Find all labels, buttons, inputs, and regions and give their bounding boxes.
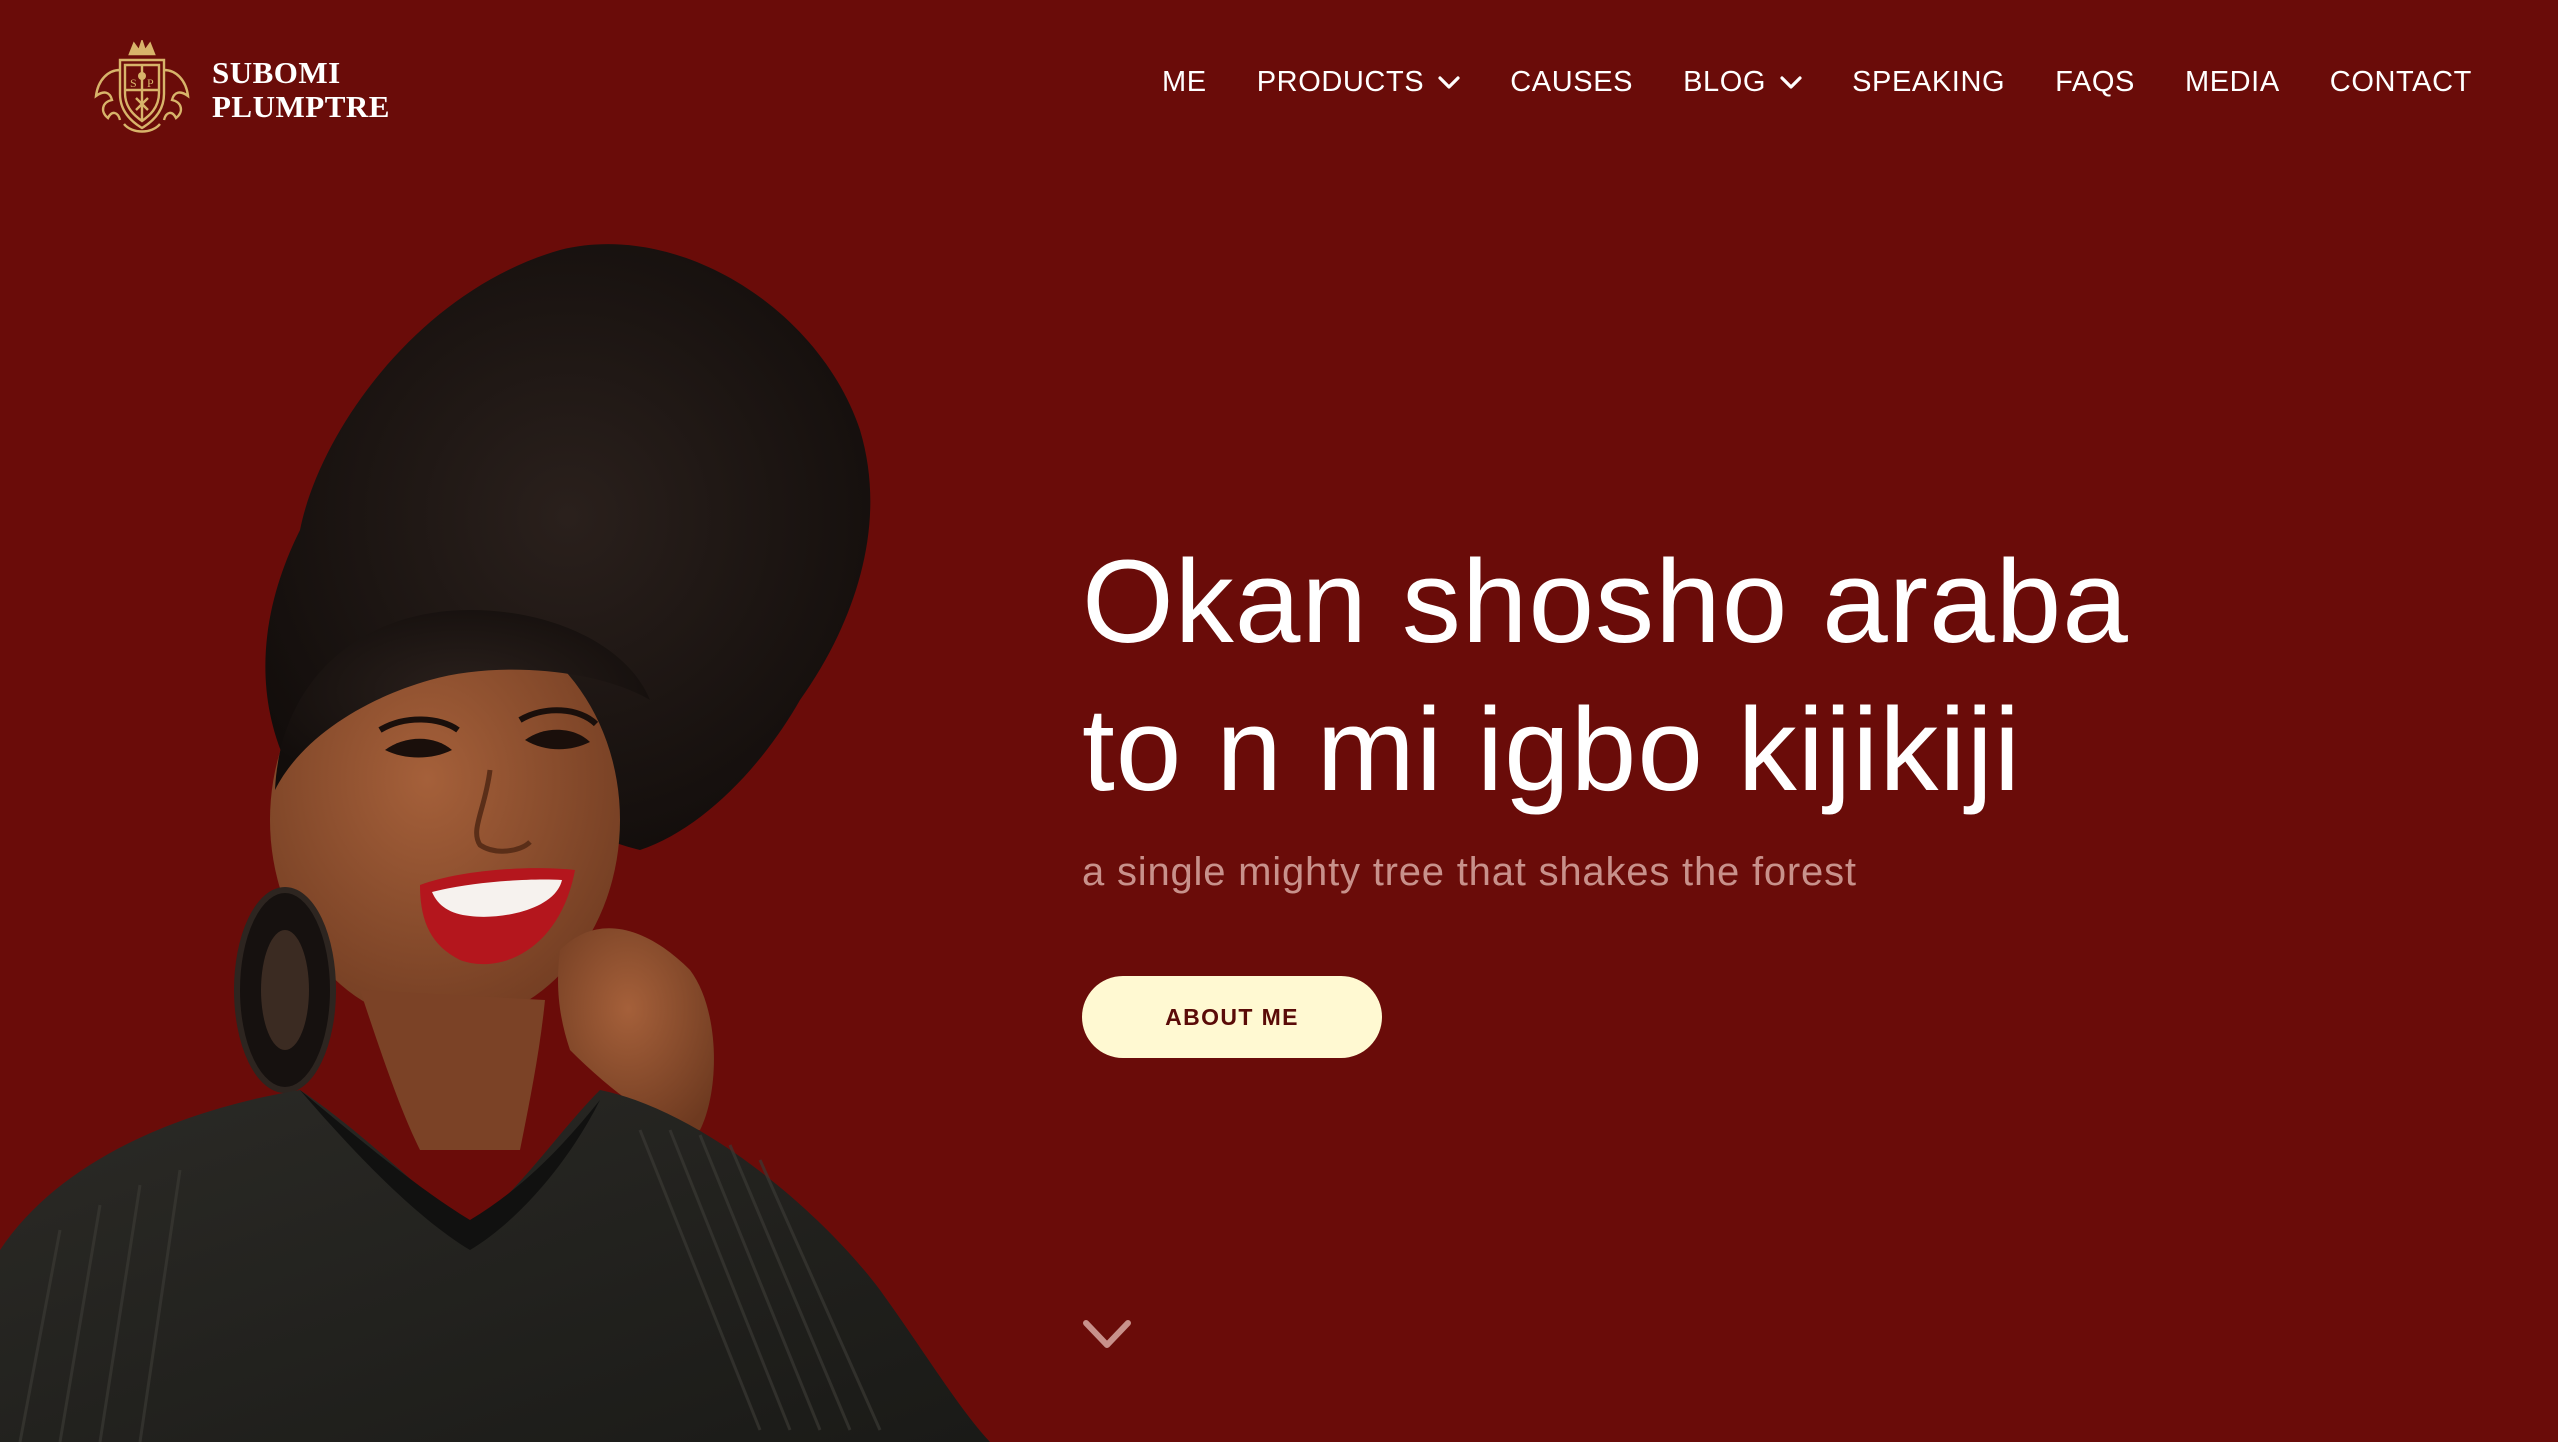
hero-subline: a single mighty tree that shakes the for… [1082,850,1857,894]
hero-portrait-image [0,244,990,1442]
nav-item-speaking[interactable]: SPEAKING [1852,66,2005,99]
main-nav: ME PRODUCTS CAUSES BLOG SPEAKING FAQS ME… [1162,66,2472,99]
nav-item-label: BLOG [1683,66,1767,98]
svg-text:P: P [147,76,154,90]
nav-item-faqs[interactable]: FAQS [2055,66,2135,99]
about-me-button[interactable]: ABOUT ME [1082,976,1382,1058]
nav-item-media[interactable]: MEDIA [2185,66,2280,99]
hero-headline: Okan shosho araba to n mi igbo kijikiji [1082,528,2382,824]
nav-item-label: FAQS [2055,66,2135,98]
nav-item-blog[interactable]: BLOG [1683,66,1802,99]
nav-item-label: PRODUCTS [1256,66,1425,98]
chevron-down-icon [1438,75,1460,89]
brand-name-line2: PLUMPTRE [212,89,390,124]
hero-headline-line2: to n mi igbo kijikiji [1082,684,2022,816]
brand-name: SUBOMI PLUMPTRE [212,56,390,124]
nav-item-me[interactable]: ME [1162,66,1207,99]
nav-item-contact[interactable]: CONTACT [2330,66,2472,99]
page: S P SUBOMI PLUMPTRE ME PRODUCTS CAUSES B… [0,0,2558,1442]
site-header: S P SUBOMI PLUMPTRE ME PRODUCTS CAUSES B… [0,0,2558,180]
nav-item-label: SPEAKING [1852,66,2006,98]
svg-text:S: S [130,76,137,90]
crest-logo-icon: S P [94,40,190,133]
nav-item-label: CAUSES [1510,66,1634,98]
hero-headline-line1: Okan shosho araba [1082,536,2129,668]
hero-section: Okan shosho araba to n mi igbo kijikiji … [1082,528,2382,895]
nav-item-label: ME [1162,66,1207,98]
nav-item-causes[interactable]: CAUSES [1510,66,1633,99]
brand-logo[interactable]: S P SUBOMI PLUMPTRE [86,40,390,140]
nav-item-products[interactable]: PRODUCTS [1257,66,1461,99]
chevron-down-icon [1780,75,1802,89]
chevron-down-icon[interactable] [1082,1318,1132,1352]
brand-name-line1: SUBOMI [212,55,341,90]
nav-item-label: MEDIA [2184,66,2280,98]
nav-item-label: CONTACT [2329,66,2472,98]
